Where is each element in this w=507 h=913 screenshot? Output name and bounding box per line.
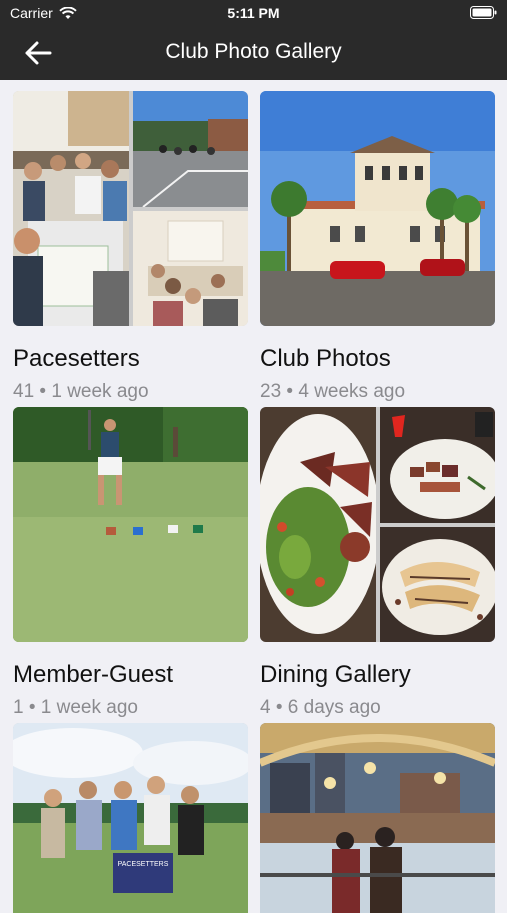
album-meta: 4 • 6 days ago [260,697,381,718]
banner-text: PACESETTERS [118,861,169,868]
photo-ice-rink [260,723,495,913]
album-grid: Pacesetters 41 • 1 week ago Club Photos … [0,80,507,913]
album-card-member-guest[interactable]: Member-Guest 1 • 1 week ago [13,407,248,723]
photo-steak-salad [260,407,376,642]
photo-golfer-tee [13,407,248,642]
album-thumbnail[interactable] [260,91,495,326]
battery-icon [470,6,497,19]
album-title: Member-Guest [13,661,174,688]
album-title: Club Photos [260,345,391,372]
album-meta: 23 • 4 weeks ago [260,381,406,402]
photo-clubhouse [260,91,495,326]
album-title: Pacesetters [13,345,140,372]
album-card-club-photos[interactable]: Club Photos 23 • 4 weeks ago [260,91,495,407]
album-meta: 1 • 1 week ago [13,697,138,718]
status-bar: Carrier 5:11 PM [0,0,507,26]
photo-dessert-crepe [380,527,495,642]
album-thumbnail[interactable] [260,407,495,642]
album-thumbnail[interactable]: PACESETTERS [13,723,248,913]
album-thumbnail[interactable] [13,91,248,326]
album-card-dining-gallery[interactable]: Dining Gallery 4 • 6 days ago [260,407,495,723]
clock: 5:11 PM [227,5,280,21]
album-card-group-photo[interactable]: PACESETTERS [13,723,248,913]
album-thumbnail[interactable] [260,723,495,913]
album-meta: 41 • 1 week ago [13,381,149,402]
album-thumbnail[interactable] [13,407,248,642]
album-title: Dining Gallery [260,661,411,688]
page-title: Club Photo Gallery [165,40,342,63]
photo-group-lunch [13,91,129,326]
photo-appetizer-plate [380,407,495,523]
navigation-bar: Club Photo Gallery [0,26,507,80]
photo-course-riders [133,91,248,207]
photo-dinner-table [133,211,248,326]
photo-golf-group: PACESETTERS [13,723,248,913]
album-card-pacesetters[interactable]: Pacesetters 41 • 1 week ago [13,91,248,407]
album-card-holiday-rink[interactable] [260,723,495,913]
